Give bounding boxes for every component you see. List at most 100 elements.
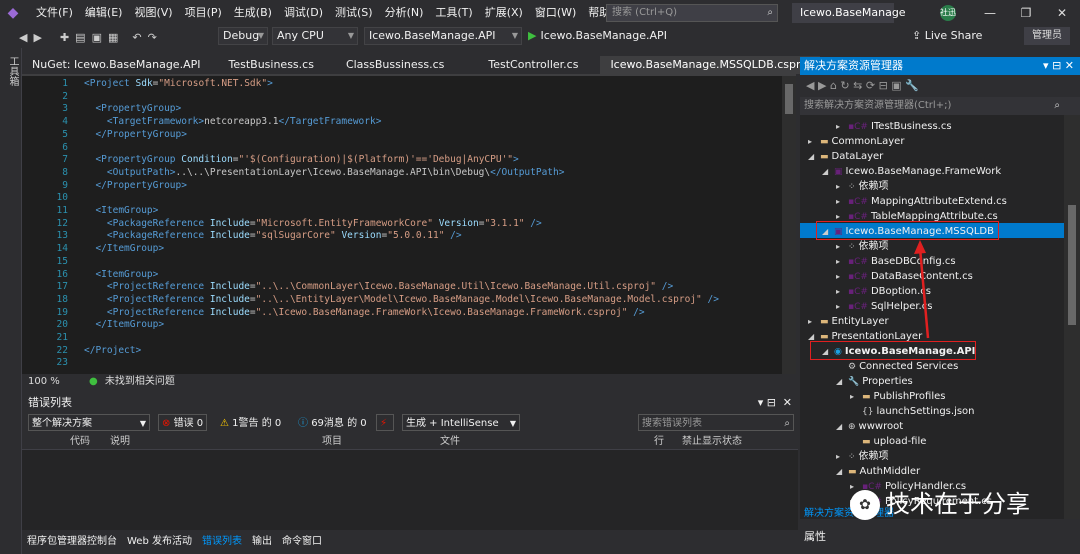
close-panel-icon[interactable]: ▾ ⊟ ✕ — [1043, 57, 1074, 75]
build-filter-select[interactable]: 生成 + IntelliSense ▼ — [402, 414, 520, 431]
expand-arrow-icon[interactable]: ▸ — [836, 119, 848, 134]
code-line[interactable]: <PackageReference Include="Microsoft.Ent… — [84, 218, 542, 229]
bottom-tab[interactable]: 命令窗口 — [277, 532, 327, 552]
refresh-icon[interactable]: ⟳ — [866, 79, 875, 92]
filter-icon[interactable]: ⚡ — [376, 414, 394, 431]
live-share-button[interactable]: ⇪ Live Share — [912, 27, 982, 45]
home-icon[interactable]: ⌂ — [830, 79, 837, 92]
properties-icon[interactable]: 🔧 — [905, 79, 919, 92]
expand-arrow-icon[interactable]: ▸ — [836, 449, 848, 464]
code-line[interactable]: </PropertyGroup> — [84, 180, 187, 191]
code-line[interactable]: <PropertyGroup> — [84, 103, 181, 114]
expand-arrow-icon[interactable]: ▸ — [836, 254, 848, 269]
solution-explorer-scrollbar[interactable] — [1064, 115, 1080, 519]
code-line[interactable]: <OutputPath>..\..\PresentationLayer\Icew… — [84, 167, 565, 178]
column-project[interactable]: 项目 — [322, 434, 342, 450]
menu-item[interactable]: 项目(P) — [179, 0, 228, 26]
menu-item[interactable]: 生成(B) — [228, 0, 278, 26]
column-suppression[interactable]: 禁止显示状态 — [682, 434, 742, 450]
save-icon[interactable]: ▣ — [89, 31, 105, 44]
quick-search-input[interactable]: 搜索 (Ctrl+Q) ⌕ — [606, 4, 778, 22]
code-line[interactable]: <PropertyGroup Condition="'$(Configurati… — [84, 154, 518, 165]
tree-node[interactable]: ▸ ▬ EntityLayer — [808, 314, 889, 329]
navigate-forward-icon[interactable]: ▶ — [30, 31, 44, 44]
bottom-tab[interactable]: 输出 — [247, 532, 277, 552]
collapse-arrow-icon[interactable]: ◢ — [808, 149, 820, 164]
tree-node[interactable]: ▸ ▪C# ITestBusiness.cs — [836, 119, 952, 134]
tree-node[interactable]: ◢ ▬ AuthMiddler — [836, 464, 920, 479]
document-tab[interactable]: Icewo.BaseManage.MSSQLDB.csproj — [600, 56, 821, 74]
expand-arrow-icon[interactable]: ▸ — [850, 389, 862, 404]
sync-icon[interactable]: ⇆ — [853, 79, 862, 92]
navigate-back-icon[interactable]: ◀ — [16, 31, 30, 44]
code-line[interactable]: <ItemGroup> — [84, 205, 158, 216]
solution-platform-select[interactable]: Any CPU ▼ — [272, 27, 358, 45]
menu-item[interactable]: 编辑(E) — [79, 0, 129, 26]
tree-node[interactable]: {} launchSettings.json — [850, 404, 975, 419]
open-file-icon[interactable]: ▤ — [72, 31, 88, 44]
tree-node[interactable]: ▸ ▪C# MappingAttributeExtend.cs — [836, 194, 1007, 209]
startup-project-select[interactable]: Icewo.BaseManage.API ▼ — [364, 27, 522, 45]
column-line[interactable]: 行 — [654, 434, 664, 450]
column-code[interactable]: 代码 — [70, 434, 90, 450]
bottom-tab[interactable]: Web 发布活动 — [122, 532, 197, 552]
code-line[interactable]: <TargetFramework>netcoreapp3.1</TargetFr… — [84, 116, 382, 127]
expand-arrow-icon[interactable]: ▸ — [836, 299, 848, 314]
column-file[interactable]: 文件 — [440, 434, 460, 450]
menu-item[interactable]: 测试(S) — [329, 0, 379, 26]
bottom-tab[interactable]: 程序包管理器控制台 — [22, 532, 122, 552]
tree-node[interactable]: ▸ ⁘ 依赖项 — [836, 239, 889, 254]
menu-item[interactable]: 分析(N) — [379, 0, 430, 26]
code-line[interactable]: <ItemGroup> — [84, 269, 158, 280]
code-line[interactable]: </ItemGroup> — [84, 243, 164, 254]
tree-node[interactable]: ◢ 🔧 Properties — [836, 374, 913, 389]
new-project-icon[interactable]: ✚ — [57, 31, 72, 44]
error-scope-select[interactable]: 整个解决方案 ▼ — [28, 414, 150, 431]
redo-icon[interactable]: ↷ — [145, 31, 160, 44]
menu-item[interactable]: 文件(F) — [30, 0, 79, 26]
tree-node[interactable]: ▬ upload-file — [850, 434, 926, 449]
tree-node[interactable]: ◢ ▬ DataLayer — [808, 149, 883, 164]
undo-icon[interactable]: ↶ — [129, 31, 144, 44]
code-line[interactable]: </ItemGroup> — [84, 319, 164, 330]
bottom-tab[interactable]: 错误列表 — [197, 532, 247, 552]
scrollbar-thumb[interactable] — [785, 84, 793, 114]
expand-arrow-icon[interactable]: ▸ — [808, 314, 820, 329]
tree-node[interactable]: ▸ ▬ PublishProfiles — [850, 389, 945, 404]
scrollbar-thumb[interactable] — [1068, 205, 1076, 325]
solution-explorer-search-input[interactable]: 搜索解决方案资源管理器(Ctrl+;) ⌕ — [800, 97, 1080, 115]
tree-node[interactable]: ▸ ⁘ 依赖项 — [836, 179, 889, 194]
close-panel-icon[interactable]: ✕ — [783, 394, 792, 412]
solution-configuration-select[interactable]: Debug ▼ — [218, 27, 268, 45]
minimize-icon[interactable]: — — [980, 3, 1000, 23]
history-icon[interactable]: ↻ — [840, 79, 849, 92]
document-tab[interactable]: NuGet: Icewo.BaseManage.API — [22, 56, 210, 74]
expand-arrow-icon[interactable]: ▸ — [836, 269, 848, 284]
warnings-filter-button[interactable]: ⚠ 1警告 的 0 — [216, 414, 285, 431]
tree-node[interactable]: ▸ ▬ CommonLayer — [808, 134, 904, 149]
code-line[interactable]: <Project Sdk="Microsoft.NET.Sdk"> — [84, 78, 273, 89]
start-debugging-button[interactable]: ▶ Icewo.BaseManage.API — [528, 27, 667, 45]
column-description[interactable]: 说明 — [110, 434, 130, 450]
tree-node[interactable]: ◢ ⊕ wwwroot — [836, 419, 903, 434]
menu-item[interactable]: 窗口(W) — [529, 0, 582, 26]
menu-item[interactable]: 工具(T) — [429, 0, 478, 26]
menu-item[interactable]: 视图(V) — [128, 0, 178, 26]
collapse-arrow-icon[interactable]: ◢ — [836, 464, 848, 479]
document-tab[interactable]: ClassBussiness.cs — [324, 56, 466, 74]
expand-arrow-icon[interactable]: ▸ — [836, 239, 848, 254]
code-line[interactable]: </Project> — [84, 345, 141, 356]
back-icon[interactable]: ◀ — [806, 79, 814, 92]
close-icon[interactable]: ✕ — [1052, 3, 1072, 23]
error-search-input[interactable]: 搜索错误列表 ⌕ — [638, 414, 794, 431]
save-all-icon[interactable]: ▦ — [105, 31, 121, 44]
avatar[interactable]: 社迅 — [940, 5, 956, 21]
document-tab[interactable]: TestController.cs — [466, 56, 600, 74]
forward-icon[interactable]: ▶ — [818, 79, 826, 92]
expand-arrow-icon[interactable]: ▸ — [808, 134, 820, 149]
pin-icon[interactable]: ▾ ⊟ — [758, 394, 776, 412]
collapse-arrow-icon[interactable]: ◢ — [836, 374, 848, 389]
tree-node[interactable]: ⚙ Connected Services — [836, 359, 958, 374]
editor-scrollbar[interactable] — [782, 76, 796, 374]
menu-item[interactable]: 扩展(X) — [479, 0, 529, 26]
